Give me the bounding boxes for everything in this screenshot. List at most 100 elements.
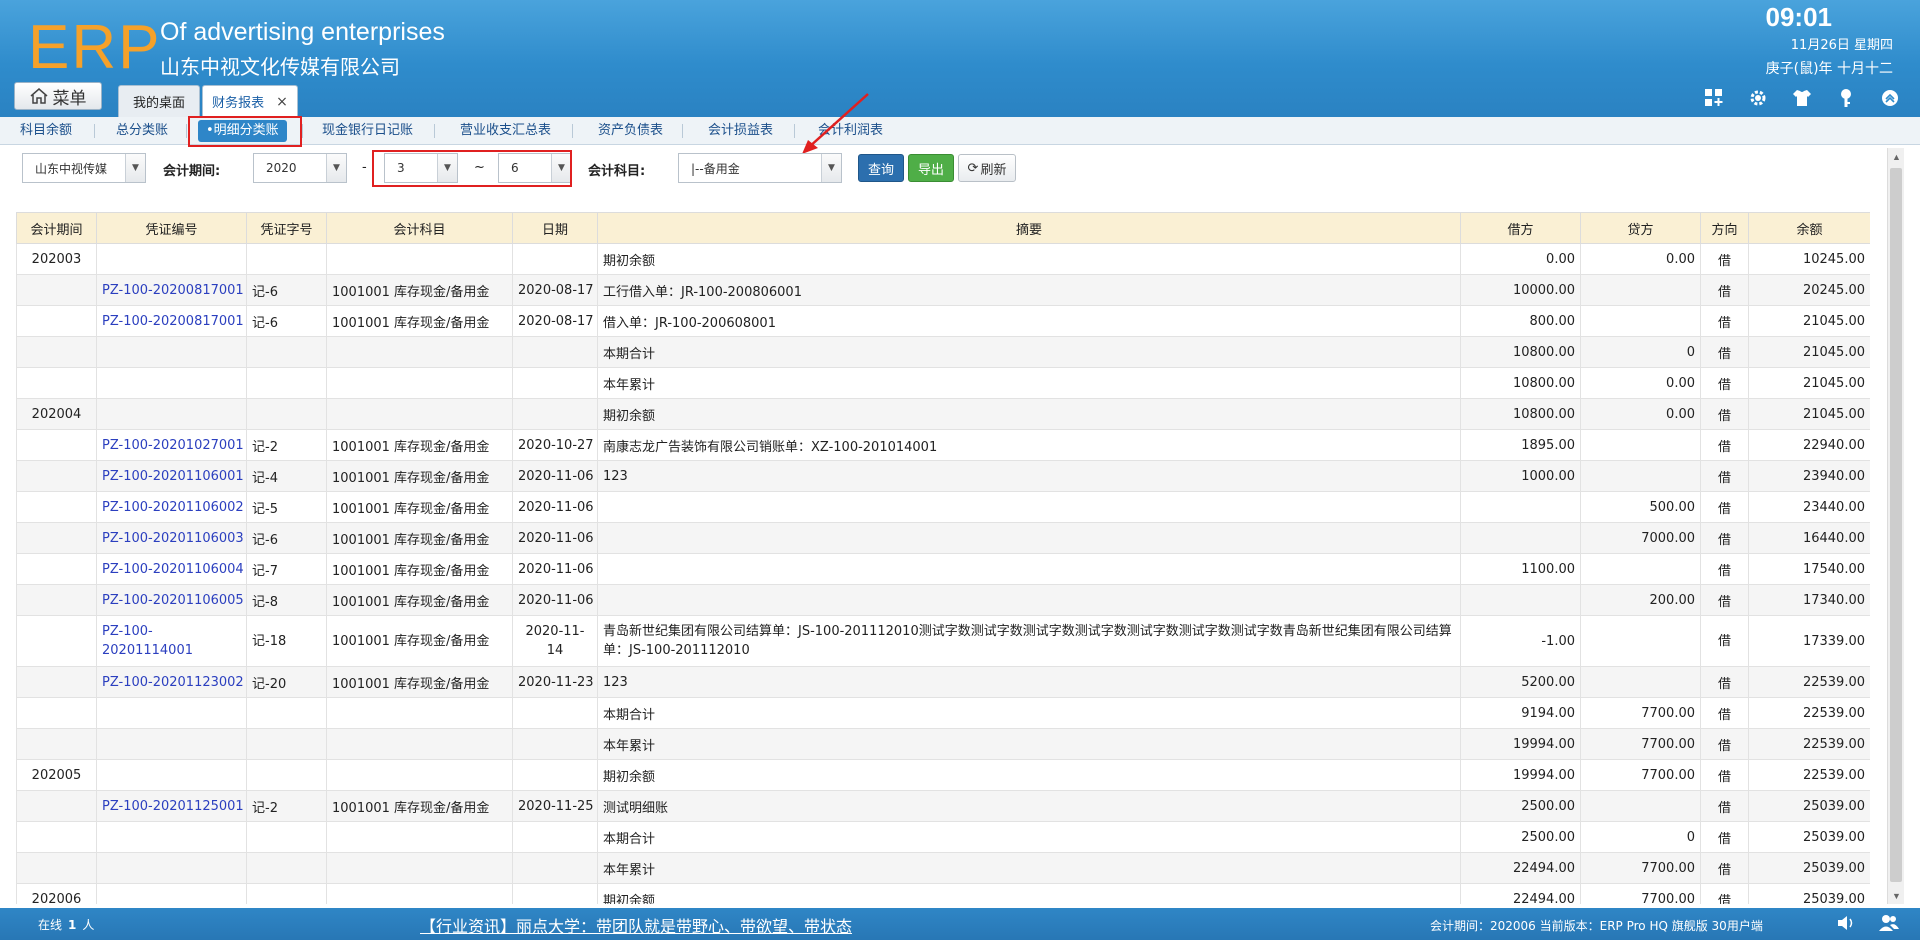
company-select[interactable]: 山东中视传媒 ▼: [22, 153, 146, 183]
cell-debit: 1100.00: [1460, 553, 1581, 585]
scroll-up-icon[interactable]: ▲: [1888, 148, 1905, 165]
close-icon[interactable]: ×: [276, 94, 288, 110]
cell-voucher-no[interactable]: PZ-100-20201106005: [96, 584, 247, 616]
cell-balance: 25039.00: [1748, 852, 1870, 884]
subnav-profit-loss[interactable]: 会计损益表: [708, 117, 773, 145]
cell-direction: 借: [1700, 491, 1749, 523]
collapse-up-icon[interactable]: [1878, 86, 1902, 110]
subnav-divider: [682, 124, 683, 138]
table-row[interactable]: PZ-100-20201027001 记-2 1001001 库存现金/备用金 202…: [16, 429, 1870, 461]
cell-direction: 借: [1700, 584, 1749, 616]
cell-credit: 500.00: [1580, 491, 1701, 523]
cell-voucher-no[interactable]: PZ-100-20200817001: [96, 274, 247, 306]
cell-voucher-word: 记-4: [246, 460, 327, 492]
table-row[interactable]: PZ-100-20201114001 记-18 1001001 库存现金/备用金 20…: [16, 615, 1870, 667]
cell-credit: 0: [1580, 821, 1701, 853]
cell-period: [16, 491, 97, 523]
cell-voucher-no: [96, 398, 247, 430]
table-row[interactable]: 本期合计 10800.00 0 借 21045.00: [16, 336, 1870, 368]
cell-voucher-no[interactable]: PZ-100-20201027001: [96, 429, 247, 461]
table-row[interactable]: 本年累计 22494.00 7700.00 借 25039.00: [16, 852, 1870, 884]
table-row[interactable]: PZ-100-20201106005 记-8 1001001 库存现金/备用金 202…: [16, 584, 1870, 616]
cell-direction: 借: [1700, 553, 1749, 585]
table-row[interactable]: PZ-100-20201106001 记-4 1001001 库存现金/备用金 202…: [16, 460, 1870, 492]
table-row[interactable]: PZ-100-20200817001 记-6 1001001 库存现金/备用金 202…: [16, 274, 1870, 306]
table-row[interactable]: 本年累计 19994.00 7700.00 借 22539.00: [16, 728, 1870, 760]
scroll-down-icon[interactable]: ▼: [1888, 887, 1905, 904]
table-row[interactable]: PZ-100-20201106003 记-6 1001001 库存现金/备用金 202…: [16, 522, 1870, 554]
scrollbar-thumb[interactable]: [1890, 168, 1902, 882]
period-label: 会计期间:: [163, 164, 221, 179]
table-row[interactable]: 202003 期初余额 0.00 0.00 借 10245.00: [16, 243, 1870, 275]
table-row[interactable]: PZ-100-20201106004 记-7 1001001 库存现金/备用金 202…: [16, 553, 1870, 585]
subnav-subject-balance[interactable]: 科目余额: [20, 117, 72, 145]
cell-voucher-no[interactable]: PZ-100-20201106001: [96, 460, 247, 492]
export-button[interactable]: 导出: [908, 154, 954, 182]
subnav-general-ledger[interactable]: 总分类账: [116, 117, 168, 145]
users-icon[interactable]: [1878, 914, 1900, 935]
table-row[interactable]: PZ-100-20201125001 记-2 1001001 库存现金/备用金 202…: [16, 790, 1870, 822]
table-row[interactable]: 本期合计 2500.00 0 借 25039.00: [16, 821, 1870, 853]
speaker-icon[interactable]: [1836, 914, 1856, 935]
menu-button[interactable]: 菜单: [14, 82, 102, 110]
tab-label: 财务报表: [212, 96, 265, 111]
cell-summary: 本年累计: [597, 852, 1461, 884]
cell-subject: 1001001 库存现金/备用金: [326, 584, 513, 616]
cell-voucher-word: [246, 821, 327, 853]
subnav-cash-bank-journal[interactable]: 现金银行日记账: [322, 117, 413, 145]
query-button[interactable]: 查询: [858, 154, 904, 182]
tab-financial-reports[interactable]: 财务报表 ×: [202, 85, 298, 117]
col-header-voucher-word[interactable]: 凭证字号: [246, 212, 327, 244]
cell-credit: [1580, 274, 1701, 306]
cell-subject: 1001001 库存现金/备用金: [326, 429, 513, 461]
table-row[interactable]: 本期合计 9194.00 7700.00 借 22539.00: [16, 697, 1870, 729]
cell-voucher-no[interactable]: PZ-100-20201106004: [96, 553, 247, 585]
gear-icon[interactable]: [1746, 86, 1770, 110]
cell-credit: 0.00: [1580, 367, 1701, 399]
apps-grid-icon[interactable]: [1702, 86, 1726, 110]
subject-select[interactable]: |--备用金 ▼: [678, 153, 842, 183]
col-header-balance[interactable]: 余额: [1748, 212, 1870, 244]
year-select[interactable]: 2020 ▼: [253, 153, 347, 183]
col-header-subject[interactable]: 会计科目: [326, 212, 513, 244]
table-row[interactable]: PZ-100-20201106002 记-5 1001001 库存现金/备用金 202…: [16, 491, 1870, 523]
tab-my-desktop[interactable]: 我的桌面: [118, 85, 200, 117]
cell-voucher-no[interactable]: PZ-100-20200817001: [96, 305, 247, 337]
cell-voucher-no[interactable]: PZ-100-20201114001: [96, 615, 247, 667]
col-header-date[interactable]: 日期: [512, 212, 598, 244]
cell-voucher-no: [96, 821, 247, 853]
cell-subject: 1001001 库存现金/备用金: [326, 615, 513, 667]
col-header-credit[interactable]: 贷方: [1580, 212, 1701, 244]
cell-voucher-no[interactable]: PZ-100-20201125001: [96, 790, 247, 822]
cell-voucher-word: [246, 336, 327, 368]
table-row[interactable]: PZ-100-20200817001 记-6 1001001 库存现金/备用金 202…: [16, 305, 1870, 337]
shirt-icon[interactable]: [1790, 86, 1814, 110]
cell-voucher-no[interactable]: PZ-100-20201123002: [96, 666, 247, 698]
cell-credit: 7700.00: [1580, 759, 1701, 791]
table-row[interactable]: 本年累计 10800.00 0.00 借 21045.00: [16, 367, 1870, 399]
cell-voucher-no[interactable]: PZ-100-20201106003: [96, 522, 247, 554]
table-row[interactable]: 202004 期初余额 10800.00 0.00 借 21045.00: [16, 398, 1870, 430]
table-row[interactable]: 202005 期初余额 19994.00 7700.00 借 22539.00: [16, 759, 1870, 791]
cell-balance: 22539.00: [1748, 697, 1870, 729]
col-header-voucher-no[interactable]: 凭证编号: [96, 212, 247, 244]
subnav-balance-sheet[interactable]: 资产负债表: [598, 117, 663, 145]
table-row[interactable]: 202006 期初余额 22494.00 7700.00 借 25039.00: [16, 883, 1870, 904]
col-header-debit[interactable]: 借方: [1460, 212, 1581, 244]
refresh-button[interactable]: ⟳ 刷新: [958, 154, 1016, 182]
cell-credit: [1580, 429, 1701, 461]
subnav-income-summary[interactable]: 营业收支汇总表: [460, 117, 551, 145]
news-ticker-link[interactable]: 【行业资讯】丽点大学：带团队就是带野心、带欲望、带状态: [420, 913, 852, 937]
table-row[interactable]: PZ-100-20201123002 记-20 1001001 库存现金/备用金 20…: [16, 666, 1870, 698]
col-header-direction[interactable]: 方向: [1700, 212, 1749, 244]
cell-voucher-word: [246, 398, 327, 430]
cell-voucher-no[interactable]: PZ-100-20201106002: [96, 491, 247, 523]
cell-balance: 17339.00: [1748, 615, 1870, 667]
vertical-scrollbar[interactable]: ▲ ▼: [1887, 148, 1904, 904]
col-header-summary[interactable]: 摘要: [597, 212, 1461, 244]
cell-debit: 19994.00: [1460, 728, 1581, 760]
cell-period: [16, 429, 97, 461]
col-header-period[interactable]: 会计期间: [16, 212, 97, 244]
cell-direction: 借: [1700, 305, 1749, 337]
key-icon[interactable]: [1834, 86, 1858, 110]
